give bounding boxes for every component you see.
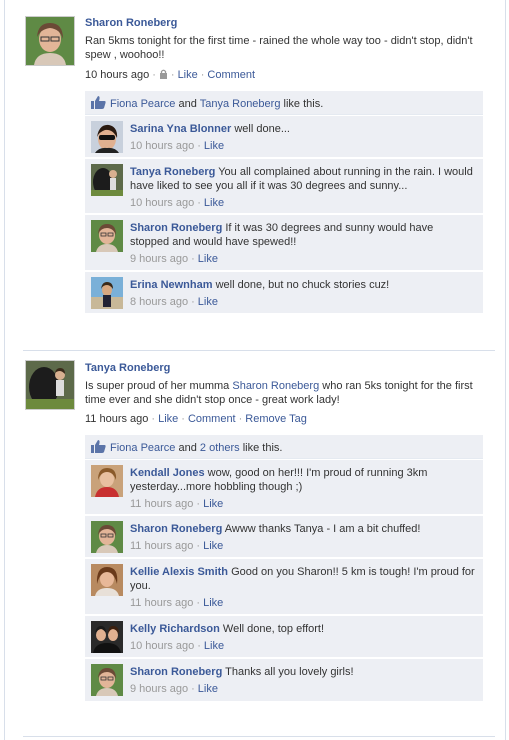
story-divider bbox=[23, 736, 495, 737]
comment: Kellie Alexis Smith Good on you Sharon!!… bbox=[85, 559, 483, 615]
lock-icon[interactable] bbox=[159, 69, 168, 79]
commenter-avatar[interactable] bbox=[91, 521, 123, 553]
comment: Kendall Jones wow, good on her!!! I'm pr… bbox=[85, 460, 483, 515]
commenter-avatar[interactable] bbox=[91, 164, 123, 196]
likes-and: and bbox=[178, 442, 197, 454]
likes-and: and bbox=[178, 98, 197, 110]
comment-author[interactable]: Kellie Alexis Smith bbox=[130, 566, 228, 578]
comment-text: Thanks all you lovely girls! bbox=[225, 666, 354, 678]
comment-like-link[interactable]: Like bbox=[198, 683, 218, 695]
separator: · bbox=[191, 296, 195, 308]
comment-text: well done... bbox=[234, 123, 290, 135]
comment-timestamp[interactable]: 11 hours ago bbox=[130, 540, 193, 552]
remove-tag-link[interactable]: Remove Tag bbox=[245, 413, 307, 425]
liker-name[interactable]: Fiona Pearce bbox=[110, 98, 175, 110]
commenter-avatar[interactable] bbox=[91, 277, 123, 309]
comment: Erina Newnham well done, but no chuck st… bbox=[85, 272, 483, 314]
separator: · bbox=[151, 413, 156, 425]
comment-like-link[interactable]: Like bbox=[198, 296, 218, 308]
comment-link[interactable]: Comment bbox=[188, 413, 236, 425]
comment-like-link[interactable]: Like bbox=[203, 540, 223, 552]
separator: · bbox=[196, 498, 201, 510]
separator: · bbox=[238, 413, 243, 425]
like-link[interactable]: Like bbox=[178, 69, 198, 81]
comment-timestamp[interactable]: 10 hours ago bbox=[130, 197, 194, 209]
comment: Tanya Roneberg You all complained about … bbox=[85, 159, 483, 214]
post-text: Ran 5kms tonight for the first time - ra… bbox=[85, 35, 473, 61]
separator: · bbox=[197, 197, 201, 209]
comment: Sharon Roneberg If it was 30 degrees and… bbox=[85, 215, 483, 271]
comment-like-link[interactable]: Like bbox=[203, 597, 223, 609]
comment-author[interactable]: Sarina Yna Blonner bbox=[130, 123, 231, 135]
comment-like-link[interactable]: Like bbox=[198, 253, 218, 265]
post-meta: 11 hours ago · Like · Comment · Remove Tag bbox=[85, 412, 307, 426]
author-avatar[interactable] bbox=[25, 360, 75, 410]
comment-timestamp[interactable]: 10 hours ago bbox=[130, 640, 194, 652]
tagged-person[interactable]: Sharon Roneberg bbox=[232, 380, 319, 392]
commenter-avatar[interactable] bbox=[91, 564, 123, 596]
comment-author[interactable]: Erina Newnham bbox=[130, 279, 213, 291]
post-timestamp[interactable]: 11 hours ago bbox=[85, 413, 148, 425]
separator: · bbox=[191, 253, 195, 265]
separator: · bbox=[197, 140, 201, 152]
story-divider bbox=[23, 350, 495, 351]
thumbs-up-icon bbox=[91, 440, 106, 453]
comment-author[interactable]: Sharon Roneberg bbox=[130, 666, 222, 678]
comment-author[interactable]: Kendall Jones bbox=[130, 467, 205, 479]
comment-like-link[interactable]: Like bbox=[203, 498, 223, 510]
comment-timestamp[interactable]: 10 hours ago bbox=[130, 140, 194, 152]
commenter-avatar[interactable] bbox=[91, 621, 123, 653]
commenter-avatar[interactable] bbox=[91, 664, 123, 696]
comment: Sharon Roneberg Thanks all you lovely gi… bbox=[85, 659, 483, 702]
post-text: Is super proud of her mumma Sharon Roneb… bbox=[85, 379, 490, 407]
likers-others-link[interactable]: 2 others bbox=[200, 442, 240, 454]
post-meta: 10 hours ago · · Like · Comment bbox=[85, 68, 255, 82]
comment-timestamp[interactable]: 8 hours ago bbox=[130, 296, 188, 308]
separator: · bbox=[170, 69, 175, 81]
likes-suffix: like this. bbox=[283, 98, 324, 110]
commenter-avatar[interactable] bbox=[91, 465, 123, 497]
comment-author[interactable]: Kelly Richardson bbox=[130, 623, 220, 635]
comment-timestamp[interactable]: 11 hours ago bbox=[130, 498, 193, 510]
comment-timestamp[interactable]: 9 hours ago bbox=[130, 253, 188, 265]
separator: · bbox=[196, 540, 201, 552]
commenter-avatar[interactable] bbox=[91, 121, 123, 153]
comment-like-link[interactable]: Like bbox=[204, 140, 224, 152]
comment-timestamp[interactable]: 9 hours ago bbox=[130, 683, 188, 695]
separator: · bbox=[196, 597, 201, 609]
separator: · bbox=[181, 413, 185, 425]
comment-text: well done, but no chuck stories cuz! bbox=[215, 279, 390, 291]
separator: · bbox=[152, 69, 156, 81]
comment-text: Awww thanks Tanya - I am a bit chuffed! bbox=[224, 523, 421, 535]
liker-name[interactable]: Fiona Pearce bbox=[110, 442, 175, 454]
comment-text: Well done, top effort! bbox=[222, 623, 325, 635]
liker-name[interactable]: Tanya Roneberg bbox=[200, 98, 281, 110]
author-avatar[interactable] bbox=[25, 16, 75, 66]
post-text-before: Is super proud of her mumma bbox=[85, 380, 230, 392]
likes-suffix: like this. bbox=[242, 442, 283, 454]
comment: Sharon Roneberg Awww thanks Tanya - I am… bbox=[85, 516, 483, 558]
post-author[interactable]: Tanya Roneberg bbox=[85, 361, 490, 375]
post-timestamp[interactable]: 10 hours ago bbox=[85, 69, 149, 81]
comment-timestamp[interactable]: 11 hours ago bbox=[130, 597, 193, 609]
comment: Kelly Richardson Well done, top effort! … bbox=[85, 616, 483, 658]
comment-author[interactable]: Sharon Roneberg bbox=[130, 523, 222, 535]
comment-like-link[interactable]: Like bbox=[204, 640, 224, 652]
comment: Sarina Yna Blonner well done... 10 hours… bbox=[85, 116, 483, 158]
commenter-avatar[interactable] bbox=[91, 220, 123, 252]
comment-author[interactable]: Tanya Roneberg bbox=[130, 166, 215, 178]
likes-bar: Fiona Pearce and Tanya Roneberg like thi… bbox=[85, 91, 483, 115]
likes-bar: Fiona Pearce and 2 others like this. bbox=[85, 435, 483, 459]
like-link[interactable]: Like bbox=[158, 413, 178, 425]
news-feed: Sharon Roneberg Ran 5kms tonight for the… bbox=[4, 0, 506, 740]
separator: · bbox=[197, 640, 201, 652]
post-author[interactable]: Sharon Roneberg bbox=[85, 16, 475, 30]
comment-author[interactable]: Sharon Roneberg bbox=[130, 222, 222, 234]
comment-link[interactable]: Comment bbox=[207, 69, 255, 81]
separator: · bbox=[200, 69, 205, 81]
comment-like-link[interactable]: Like bbox=[204, 197, 224, 209]
separator: · bbox=[191, 683, 195, 695]
thumbs-up-icon bbox=[91, 96, 106, 109]
